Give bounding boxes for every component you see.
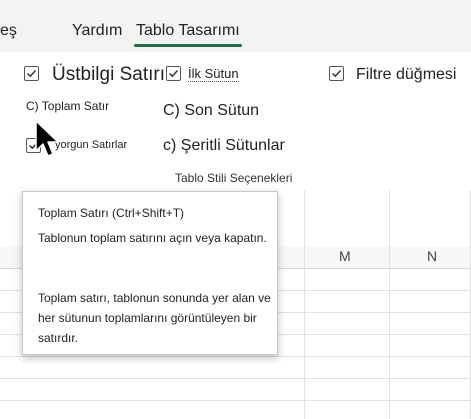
first-column-checkbox[interactable] bbox=[166, 66, 181, 81]
header-row-checkbox[interactable] bbox=[24, 66, 39, 81]
banded-columns-option[interactable]: c) Şeritli Sütunlar bbox=[163, 137, 285, 155]
column-header-n[interactable]: N bbox=[427, 248, 437, 264]
tab-partial[interactable]: eş bbox=[0, 22, 17, 40]
grid-line bbox=[0, 356, 471, 357]
filter-button-checkbox[interactable] bbox=[329, 66, 344, 81]
ribbon-panel: Üstbilgi Satırı İlk Sütun Filtre düğmesi… bbox=[0, 52, 471, 190]
total-row-option[interactable]: C) Toplam Satır bbox=[26, 99, 109, 113]
tooltip-description: Tablonun toplam satırını açın veya kapat… bbox=[38, 231, 267, 245]
grid-line bbox=[389, 190, 390, 419]
first-column-label: İlk Sütun bbox=[188, 66, 239, 82]
grid-line bbox=[0, 378, 471, 379]
tooltip-title: Toplam Satırı (Ctrl+Shift+T) bbox=[38, 206, 185, 220]
tab-help[interactable]: Yardım bbox=[72, 22, 122, 40]
last-column-option[interactable]: C) Son Sütun bbox=[163, 102, 259, 120]
column-header-m[interactable]: M bbox=[339, 248, 351, 264]
ribbon-tab-bar: eş Yardım Tablo Tasarımı bbox=[0, 0, 471, 52]
banded-rows-label: yorgun Satırlar bbox=[55, 139, 128, 151]
grid-line bbox=[304, 190, 305, 419]
tooltip-details: Toplam satırı, tablonun sonunda yer alan… bbox=[38, 291, 271, 345]
checkmark-icon bbox=[168, 69, 179, 78]
active-tab-indicator bbox=[134, 44, 242, 47]
total-row-tooltip: Toplam Satırı (Ctrl+Shift+T) Tablonun to… bbox=[22, 191, 278, 355]
checkmark-icon bbox=[26, 69, 37, 78]
tab-table-design[interactable]: Tablo Tasarımı bbox=[136, 22, 240, 40]
group-label: Tablo Stili Seçenekleri bbox=[175, 171, 293, 185]
header-row-label: Üstbilgi Satırı bbox=[52, 64, 165, 85]
mouse-pointer-icon bbox=[35, 120, 59, 157]
checkmark-icon bbox=[331, 69, 342, 78]
filter-button-label: Filtre düğmesi bbox=[356, 66, 457, 83]
grid-line bbox=[0, 400, 471, 401]
